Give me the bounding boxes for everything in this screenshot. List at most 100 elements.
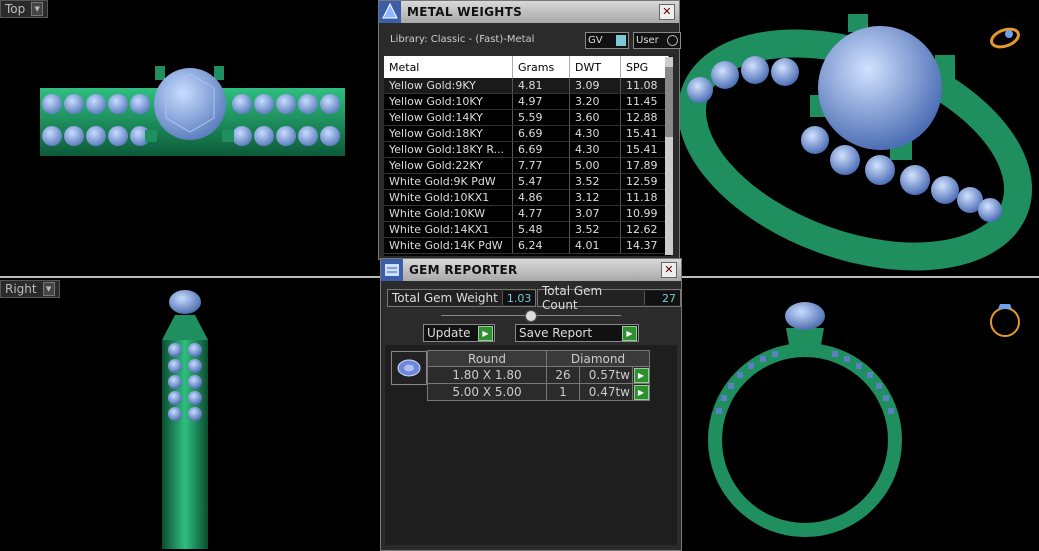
metal-table-scrollbar[interactable]: [665, 57, 673, 255]
metal-row[interactable]: White Gold:10KX1 4.86 3.12 11.18: [384, 189, 669, 206]
grams-cell: 5.59: [512, 109, 570, 126]
dwt-cell: 3.52: [569, 221, 621, 238]
metal-row[interactable]: White Gold:14K PdW 6.24 4.01 14.37: [384, 237, 669, 254]
metal-weights-titlebar[interactable]: METAL WEIGHTS ✕: [379, 1, 679, 23]
metal-name-cell: White Gold:10KX1: [384, 189, 513, 206]
spg-cell: 12.59: [620, 173, 669, 190]
metal-table: Metal Grams DWT SPG Yellow Gold:9KY 4.81 3…: [384, 56, 669, 254]
dwt-cell: 3.09: [569, 78, 621, 94]
total-gem-weight-field: Total Gem Weight 1.03: [387, 289, 537, 307]
metal-row[interactable]: Yellow Gold:10KY 4.97 3.20 11.45: [384, 93, 669, 110]
metal-name-cell: White Gold:9K PdW: [384, 173, 513, 190]
dwt-cell: 4.01: [569, 237, 621, 254]
save-report-button[interactable]: Save Report ▶: [515, 324, 639, 342]
metal-row[interactable]: Yellow Gold:18KY 6.69 4.30 15.41: [384, 125, 669, 142]
column-header-dwt[interactable]: DWT: [569, 56, 621, 78]
spg-cell: 15.41: [620, 125, 669, 142]
total-gem-count-field: Total Gem Count 27: [537, 284, 681, 312]
viewport-label-top[interactable]: Top ▼: [0, 0, 49, 18]
total-gem-weight-value: 1.03: [501, 291, 536, 305]
close-icon[interactable]: ✕: [659, 4, 675, 20]
update-button[interactable]: Update ▶: [423, 324, 495, 342]
dwt-cell: 3.52: [569, 173, 621, 190]
spg-cell: 11.45: [620, 93, 669, 110]
metal-name-cell: Yellow Gold:9KY: [384, 78, 513, 94]
metal-name-cell: Yellow Gold:18KY R...: [384, 141, 513, 158]
metal-name-cell: White Gold:14KX1: [384, 221, 513, 238]
round-diamond-icon: [397, 359, 421, 377]
spg-cell: 17.89: [620, 157, 669, 174]
column-header-spg[interactable]: SPG: [620, 56, 669, 78]
gem-row[interactable]: 5.00 X 5.00 1 0.47tw ▶: [427, 383, 650, 401]
gem-table: Round Diamond 1.80 X 1.80 26 0.57tw ▶ 5.…: [427, 350, 650, 401]
metal-name-cell: White Gold:10KW: [384, 205, 513, 222]
gem-type-header: Diamond: [546, 350, 650, 367]
grams-cell: 5.48: [512, 221, 570, 238]
dwt-cell: 4.30: [569, 141, 621, 158]
total-gem-count-value: 27: [643, 291, 680, 305]
gem-reporter-panel: GEM REPORTER ✕ Total Gem Weight 1.03 Tot…: [380, 258, 682, 551]
viewport-perspective[interactable]: [680, 0, 1039, 276]
metal-scale-icon: [379, 1, 401, 23]
play-arrow-icon[interactable]: ▶: [633, 368, 649, 383]
metal-row[interactable]: Yellow Gold:22KY 7.77 5.00 17.89: [384, 157, 669, 174]
grams-cell: 6.69: [512, 141, 570, 158]
spg-cell: 11.18: [620, 189, 669, 206]
grams-cell: 4.86: [512, 189, 570, 206]
user-indicator-icon: [667, 35, 678, 46]
metal-row[interactable]: Yellow Gold:14KY 5.59 3.60 12.88: [384, 109, 669, 126]
metal-name-cell: Yellow Gold:18KY: [384, 125, 513, 142]
play-arrow-icon: ▶: [622, 326, 637, 341]
dwt-cell: 4.30: [569, 125, 621, 142]
ring-side-view: [162, 290, 208, 549]
metal-row[interactable]: Yellow Gold:9KY 4.81 3.09 11.08: [384, 78, 669, 94]
viewport-label-right[interactable]: Right ▼: [0, 280, 60, 298]
grams-cell: 4.97: [512, 93, 570, 110]
metal-name-cell: Yellow Gold:14KY: [384, 109, 513, 126]
metal-row[interactable]: White Gold:9K PdW 5.47 3.52 12.59: [384, 173, 669, 190]
metal-name-cell: White Gold:14K PdW: [384, 237, 513, 254]
ring-front-view: [708, 302, 1020, 537]
metal-table-container[interactable]: Metal Grams DWT SPG Yellow Gold:9KY 4.81 3…: [384, 56, 671, 256]
gv-indicator-icon: [616, 35, 626, 46]
metal-name-cell: Yellow Gold:22KY: [384, 157, 513, 174]
view-toggle-group: GV User: [585, 32, 681, 49]
spg-cell: 12.88: [620, 109, 669, 126]
spg-cell: 15.41: [620, 141, 669, 158]
gem-report-icon: [381, 259, 403, 281]
spg-cell: 10.99: [620, 205, 669, 222]
user-toggle[interactable]: User: [633, 32, 681, 49]
ring-navigator-icon[interactable]: [989, 26, 1021, 51]
play-arrow-icon[interactable]: ▶: [633, 385, 649, 400]
metal-weights-panel: METAL WEIGHTS ✕ Library: Classic - (Fast…: [378, 0, 681, 260]
grams-cell: 4.77: [512, 205, 570, 222]
column-header-grams[interactable]: Grams: [512, 56, 570, 78]
column-header-metal[interactable]: Metal: [384, 56, 513, 78]
round-gem-thumbnail[interactable]: [391, 351, 427, 385]
dropdown-arrow-icon[interactable]: ▼: [31, 2, 44, 16]
grams-cell: 6.69: [512, 125, 570, 142]
ring-front-navigator-icon[interactable]: [990, 304, 1020, 337]
close-icon[interactable]: ✕: [661, 262, 677, 278]
dwt-cell: 3.20: [569, 93, 621, 110]
gem-reporter-titlebar[interactable]: GEM REPORTER ✕: [381, 259, 681, 281]
metal-name-cell: Yellow Gold:10KY: [384, 93, 513, 110]
viewport-top[interactable]: Top ▼: [0, 0, 378, 276]
metal-row[interactable]: Yellow Gold:18KY R... 6.69 4.30 15.41: [384, 141, 669, 158]
metal-row[interactable]: White Gold:10KW 4.77 3.07 10.99: [384, 205, 669, 222]
gv-toggle[interactable]: GV: [585, 32, 629, 49]
spg-cell: 11.08: [620, 78, 669, 94]
collapse-handle-icon[interactable]: [525, 310, 537, 322]
grams-cell: 7.77: [512, 157, 570, 174]
ring-top-view: [40, 66, 345, 156]
metal-row[interactable]: White Gold:14KX1 5.48 3.52 12.62: [384, 221, 669, 238]
spg-cell: 14.37: [620, 237, 669, 254]
viewport-right[interactable]: Right ▼: [0, 280, 378, 549]
library-label: Library: Classic - (Fast)-Metal: [390, 34, 535, 45]
viewport-front[interactable]: [680, 280, 1039, 549]
gem-row[interactable]: 1.80 X 1.80 26 0.57tw ▶: [427, 366, 650, 384]
dwt-cell: 3.60: [569, 109, 621, 126]
dropdown-arrow-icon[interactable]: ▼: [42, 282, 55, 296]
gem-shape-header: Round: [427, 350, 547, 367]
scrollbar-thumb[interactable]: [665, 67, 673, 137]
